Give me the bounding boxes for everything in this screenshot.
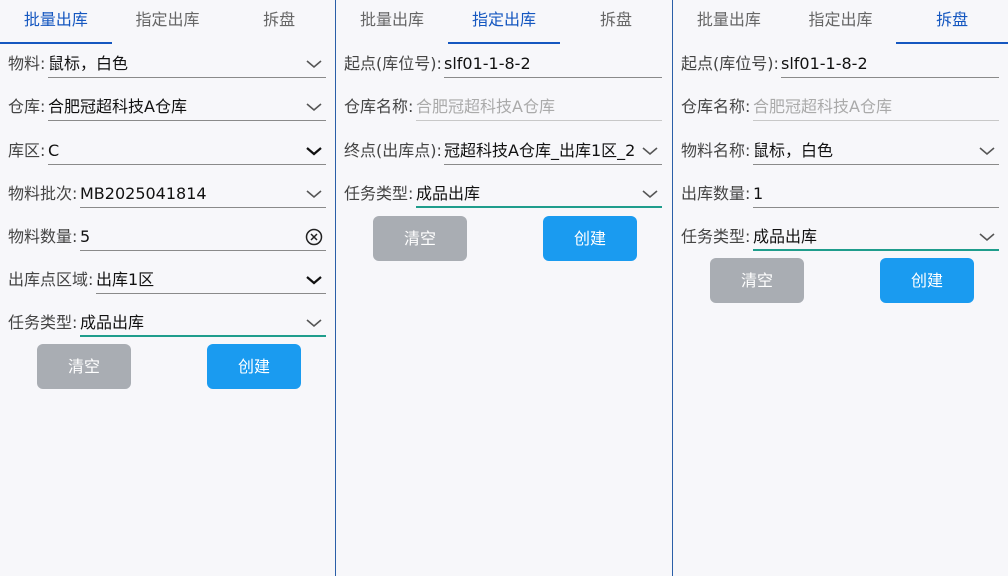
mat-name-label: 物料名称: — [681, 141, 751, 160]
batch-select[interactable]: MB2025041814 — [80, 180, 326, 208]
warehouse-name-input[interactable]: 合肥冠超科技A仓库 — [416, 93, 662, 121]
tab-specified-outbound[interactable]: 指定出库 — [785, 0, 897, 42]
task-row: 任务类型: — [681, 223, 750, 251]
end-point-select[interactable]: 冠超科技A仓库_出库1区_2 — [444, 137, 662, 165]
chevron-down-icon — [979, 233, 995, 242]
qty-value: 5 — [80, 227, 91, 246]
task-value: 成品出库 — [753, 227, 818, 246]
qty-input[interactable]: 5 — [80, 223, 326, 251]
zone-label: 库区: — [8, 141, 46, 160]
tab-bar: 批量出库 指定出库 拆盘 — [673, 0, 1008, 44]
material-select[interactable]: 鼠标，白色 — [48, 50, 326, 78]
warehouse-select[interactable]: 合肥冠超科技A仓库 — [48, 93, 326, 121]
task-label: 任务类型: — [8, 313, 78, 332]
task-type-select[interactable]: 成品出库 — [753, 223, 999, 251]
outzone-label: 出库点区域: — [8, 270, 94, 289]
mat-name-row: 物料名称: — [681, 137, 750, 165]
clear-circle-icon[interactable] — [304, 227, 324, 247]
tab-bar: 批量出库 指定出库 拆盘 — [336, 0, 672, 44]
start-label: 起点(库位号): — [344, 54, 442, 73]
clear-button[interactable]: 清空 — [373, 216, 467, 261]
batch-row: 物料批次: — [8, 180, 77, 208]
panel-batch-outbound: 批量出库 指定出库 拆盘 物料: 鼠标，白色 仓库: 合肥冠超科技A仓库 库区:… — [0, 0, 336, 576]
chevron-down-bold-icon — [306, 276, 322, 285]
warehouse-label: 仓库: — [8, 97, 46, 116]
wh-name-row: 仓库名称: — [344, 93, 413, 121]
start-location-input[interactable]: slf01-1-8-2 — [444, 50, 662, 78]
chevron-down-icon — [642, 190, 658, 199]
material-row: 物料: — [8, 50, 45, 78]
qty-row: 物料数量: — [8, 223, 77, 251]
chevron-down-icon — [306, 60, 322, 69]
start-label: 起点(库位号): — [681, 54, 779, 73]
task-row: 任务类型: — [8, 309, 77, 337]
warehouse-value: 合肥冠超科技A仓库 — [48, 97, 187, 116]
warehouse-row: 仓库: — [8, 93, 45, 121]
mat-name-value: 鼠标，白色 — [753, 141, 834, 160]
zone-value: C — [48, 141, 60, 160]
end-value: 冠超科技A仓库_出库1区_2 — [444, 141, 636, 160]
clear-button[interactable]: 清空 — [37, 344, 131, 389]
chevron-down-icon — [306, 190, 322, 199]
start-location-input[interactable]: slf01-1-8-2 — [781, 50, 999, 78]
start-row: 起点(库位号): — [681, 50, 779, 78]
start-value: slf01-1-8-2 — [444, 54, 531, 73]
task-value: 成品出库 — [416, 184, 481, 203]
panel-specified-outbound: 批量出库 指定出库 拆盘 起点(库位号): slf01-1-8-2 仓库名称: … — [336, 0, 673, 576]
task-label: 任务类型: — [681, 227, 751, 246]
end-row: 终点(出库点): — [344, 137, 442, 165]
zone-select[interactable]: C — [48, 137, 326, 165]
outbound-qty-input[interactable]: 1 — [753, 180, 999, 208]
qty-value: 1 — [753, 184, 764, 203]
tab-batch-outbound[interactable]: 批量出库 — [336, 0, 448, 42]
tab-split-pallet[interactable]: 拆盘 — [560, 0, 672, 42]
tab-batch-outbound[interactable]: 批量出库 — [0, 0, 112, 44]
chevron-down-icon — [979, 147, 995, 156]
zone-row: 库区: — [8, 137, 45, 165]
batch-label: 物料批次: — [8, 184, 78, 203]
material-value: 鼠标，白色 — [48, 54, 129, 73]
create-button[interactable]: 创建 — [207, 344, 301, 389]
qty-label: 出库数量: — [681, 184, 751, 203]
material-label: 物料: — [8, 54, 46, 73]
wh-name-placeholder: 合肥冠超科技A仓库 — [753, 97, 892, 116]
panel-split-pallet: 批量出库 指定出库 拆盘 起点(库位号): slf01-1-8-2 仓库名称: … — [673, 0, 1008, 576]
chevron-down-icon — [306, 319, 322, 328]
batch-value: MB2025041814 — [80, 184, 207, 203]
wh-name-row: 仓库名称: — [681, 93, 750, 121]
tab-split-pallet[interactable]: 拆盘 — [896, 0, 1008, 44]
tab-split-pallet[interactable]: 拆盘 — [223, 0, 335, 42]
create-button[interactable]: 创建 — [880, 258, 974, 303]
task-label: 任务类型: — [344, 184, 414, 203]
end-label: 终点(出库点): — [344, 141, 442, 160]
task-value: 成品出库 — [80, 313, 145, 332]
material-name-select[interactable]: 鼠标，白色 — [753, 137, 999, 165]
panels-container: 批量出库 指定出库 拆盘 物料: 鼠标，白色 仓库: 合肥冠超科技A仓库 库区:… — [0, 0, 1008, 576]
task-type-select[interactable]: 成品出库 — [416, 180, 662, 208]
chevron-down-icon — [306, 103, 322, 112]
chevron-down-bold-icon — [306, 147, 322, 156]
outzone-select[interactable]: 出库1区 — [96, 266, 326, 294]
wh-name-placeholder: 合肥冠超科技A仓库 — [416, 97, 555, 116]
qty-row: 出库数量: — [681, 180, 750, 208]
tab-specified-outbound[interactable]: 指定出库 — [112, 0, 224, 42]
chevron-down-icon — [642, 147, 658, 156]
create-button[interactable]: 创建 — [543, 216, 637, 261]
tab-bar: 批量出库 指定出库 拆盘 — [0, 0, 335, 44]
wh-name-label: 仓库名称: — [681, 97, 751, 116]
outzone-row: 出库点区域: — [8, 266, 93, 294]
tab-batch-outbound[interactable]: 批量出库 — [673, 0, 785, 42]
warehouse-name-input[interactable]: 合肥冠超科技A仓库 — [753, 93, 999, 121]
outzone-value: 出库1区 — [96, 270, 155, 289]
tab-specified-outbound[interactable]: 指定出库 — [448, 0, 560, 44]
task-row: 任务类型: — [344, 180, 413, 208]
task-type-select[interactable]: 成品出库 — [80, 309, 326, 337]
start-row: 起点(库位号): — [344, 50, 442, 78]
start-value: slf01-1-8-2 — [781, 54, 868, 73]
wh-name-label: 仓库名称: — [344, 97, 414, 116]
qty-label: 物料数量: — [8, 227, 78, 246]
clear-button[interactable]: 清空 — [710, 258, 804, 303]
